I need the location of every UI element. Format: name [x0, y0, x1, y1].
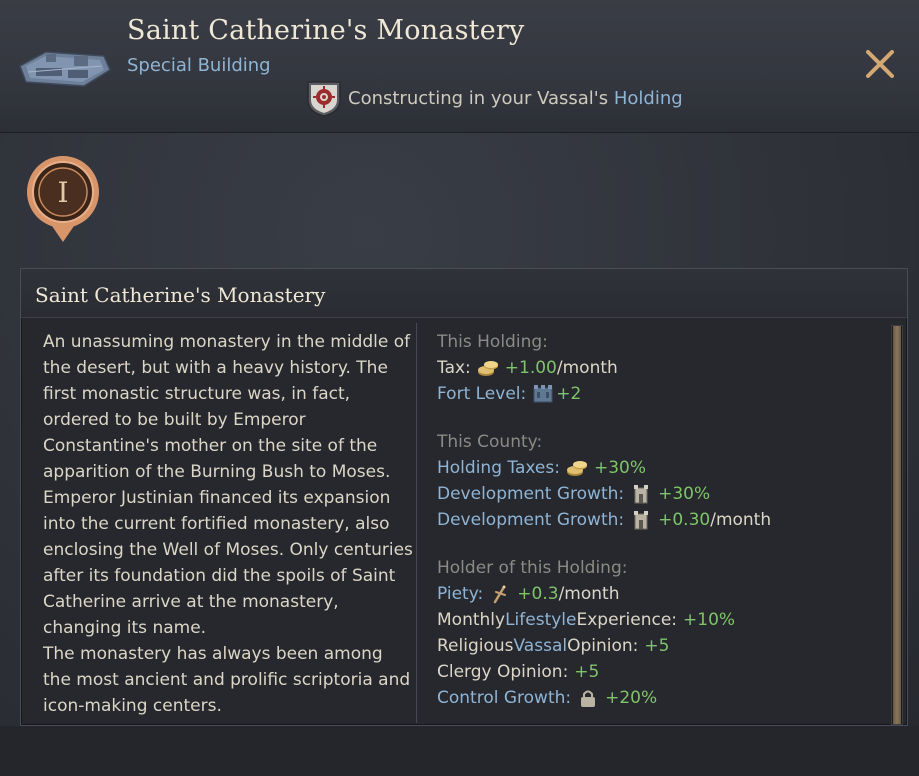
effect-label[interactable]: Control Growth:	[437, 685, 571, 711]
window-title: Saint Catherine's Monastery	[127, 15, 525, 46]
effect-unit: /month	[556, 358, 618, 378]
effect-label[interactable]: Development Growth:	[437, 481, 624, 507]
effect-value: +5	[574, 662, 600, 682]
effect-unit: /month	[558, 584, 620, 604]
monastery-building-icon	[19, 51, 111, 87]
effect-label: Clergy Opinion:	[437, 662, 569, 682]
building-details-panel: Saint Catherine's Monastery An unassumin…	[20, 268, 908, 726]
effect-value: +2	[556, 384, 582, 404]
window-footer	[0, 726, 919, 776]
effect-label-prefix: Monthly	[437, 610, 506, 630]
description-paragraph: The monastery has always been among the …	[43, 644, 411, 716]
effect-clergy-opinion: Clergy Opinion: +5	[437, 659, 893, 685]
construction-status-prefix: Constructing in your Vassal's	[348, 87, 614, 109]
building-description: An unassuming monastery in the middle of…	[43, 329, 413, 719]
vassal-link[interactable]: Vassal	[514, 633, 568, 659]
effects-spacer	[437, 407, 893, 429]
effect-label[interactable]: Development Growth:	[437, 507, 624, 533]
effect-label[interactable]: Piety:	[437, 581, 483, 607]
effect-value: +0.3	[517, 584, 559, 604]
level-badge-label: I	[57, 176, 68, 209]
effect-piety: Piety: +0.3 /month	[437, 581, 893, 607]
effect-value: +20%	[605, 688, 658, 708]
description-paragraph: An unassuming monastery in the middle of…	[43, 332, 413, 638]
close-icon[interactable]	[860, 44, 900, 84]
effect-label[interactable]: Fort Level:	[437, 381, 526, 407]
development-icon	[634, 511, 649, 530]
control-icon	[581, 690, 596, 707]
effect-value: +5	[644, 636, 670, 656]
construction-status-text: Constructing in your Vassal's Holding	[348, 88, 683, 109]
effects-spacer	[437, 533, 893, 555]
scrollbar-thumb[interactable]	[893, 326, 901, 724]
holding-link[interactable]: Holding	[614, 88, 683, 109]
effects-scrollbar[interactable]	[891, 325, 903, 725]
effects-heading-county: This County:	[437, 432, 543, 452]
column-divider	[416, 323, 417, 723]
panel-header: Saint Catherine's Monastery	[21, 269, 907, 318]
effects-heading-holding: This Holding:	[437, 332, 548, 352]
effect-tax: Tax: +1.00 /month	[437, 355, 893, 381]
gold-coins-icon	[566, 461, 587, 476]
effect-vassal-opinion: Religious Vassal Opinion: +5	[437, 633, 893, 659]
panel-title: Saint Catherine's Monastery	[35, 283, 326, 307]
level-badge-icon[interactable]: I	[24, 152, 102, 244]
effect-label-suffix: Experience:	[576, 610, 678, 630]
development-icon	[634, 485, 649, 504]
effect-value: +10%	[683, 610, 736, 630]
vassal-shield-icon[interactable]	[304, 78, 344, 118]
effect-label[interactable]: Holding Taxes:	[437, 455, 560, 481]
effect-development-growth: Development Growth: +30%	[437, 481, 893, 507]
effect-label-suffix: Opinion:	[567, 636, 639, 656]
effect-value: +0.30	[658, 510, 711, 530]
effect-fort-level: Fort Level: +2	[437, 381, 893, 407]
effect-value: +30%	[658, 484, 711, 504]
effect-lifestyle-experience: Monthly Lifestyle Experience: +10%	[437, 607, 893, 633]
building-effects: This Holding: Tax: +1.00 /month Fort Lev…	[437, 329, 893, 725]
building-type-label: Special Building	[127, 55, 271, 76]
piety-icon	[494, 585, 507, 604]
gold-coins-icon	[477, 361, 498, 376]
effect-holding-taxes: Holding Taxes: +30%	[437, 455, 893, 481]
effect-value: +1.00	[504, 358, 557, 378]
lifestyle-link[interactable]: Lifestyle	[505, 607, 576, 633]
effect-development-growth-monthly: Development Growth: +0.30 /month	[437, 507, 893, 533]
effects-heading-holder: Holder of this Holding:	[437, 558, 628, 578]
effect-label-prefix: Religious	[437, 636, 514, 656]
effect-unit: /month	[710, 510, 772, 530]
effect-control-growth: Control Growth: +20%	[437, 685, 893, 711]
effect-value: +30%	[593, 458, 646, 478]
effect-label: Tax:	[437, 358, 471, 378]
fort-icon	[533, 385, 553, 403]
construction-status: Constructing in your Vassal's Holding	[304, 78, 683, 118]
